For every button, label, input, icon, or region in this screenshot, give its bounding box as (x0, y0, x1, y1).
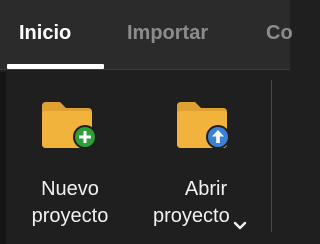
ribbon-panel: Nuevo proyecto Abrir proyecto (0, 72, 290, 244)
new-project-label-line2: proyecto (31, 205, 109, 227)
open-project-label-text: proyecto (153, 205, 230, 227)
open-project-label-line1: Abrir (184, 178, 228, 200)
ribbon-left-edge (0, 72, 6, 244)
folder-add-icon (40, 96, 100, 152)
tab-importar[interactable]: Importar (127, 19, 208, 47)
active-tab-indicator (7, 64, 104, 69)
folder-upload-icon (175, 96, 235, 152)
open-project-button[interactable]: Abrir proyecto (147, 72, 265, 244)
new-project-label-line1: Nuevo (41, 178, 99, 200)
chevron-down-icon[interactable] (233, 212, 247, 229)
new-project-button[interactable]: Nuevo proyecto (18, 72, 122, 244)
tab-partial[interactable]: Co (266, 19, 293, 47)
open-project-label-line2: proyecto (153, 203, 271, 229)
app-window: Inicio Importar Co Nuevo proyecto Abrir … (0, 0, 293, 244)
ribbon-tab-bar: Inicio Importar Co (0, 0, 293, 70)
tab-inicio[interactable]: Inicio (19, 19, 71, 47)
ribbon-group-divider (271, 80, 272, 232)
